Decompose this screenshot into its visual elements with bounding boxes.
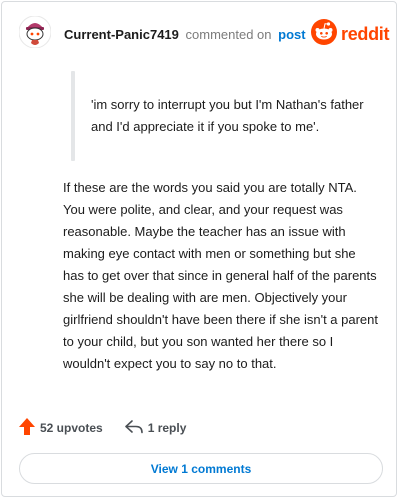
reddit-logo-icon: [311, 18, 337, 50]
upvote-arrow-icon: [19, 418, 40, 438]
upvote-count: 52 upvotes: [40, 421, 103, 435]
reply-button[interactable]: 1 reply: [124, 419, 187, 437]
comment-actions: 52 upvotes 1 reply: [19, 417, 186, 439]
reply-count: 1 reply: [147, 421, 187, 435]
reply-arrow-icon: [124, 419, 148, 437]
author-username[interactable]: Current-Panic7419: [64, 27, 179, 42]
commented-on-label: commented on: [185, 27, 272, 42]
quote-bar: [71, 71, 75, 161]
view-comments-button[interactable]: View 1 comments: [19, 453, 383, 484]
reddit-wordmark: reddit: [341, 23, 390, 44]
snoo-avatar-icon[interactable]: [18, 15, 52, 49]
comment-body: If these are the words you said you are …: [63, 180, 378, 371]
comment-header: Current-Panic7419 commented on post redd…: [2, 2, 398, 72]
quote-text: 'im sorry to interrupt you but I'm Natha…: [91, 97, 364, 134]
upvote-button[interactable]: 52 upvotes: [19, 418, 103, 438]
reddit-logo[interactable]: reddit: [311, 18, 390, 50]
comment-card: Current-Panic7419 commented on post redd…: [1, 1, 397, 497]
quoted-text-block: 'im sorry to interrupt you but I'm Natha…: [71, 71, 371, 161]
comment-byline: Current-Panic7419 commented on post: [64, 27, 306, 42]
post-link[interactable]: post: [278, 27, 305, 42]
